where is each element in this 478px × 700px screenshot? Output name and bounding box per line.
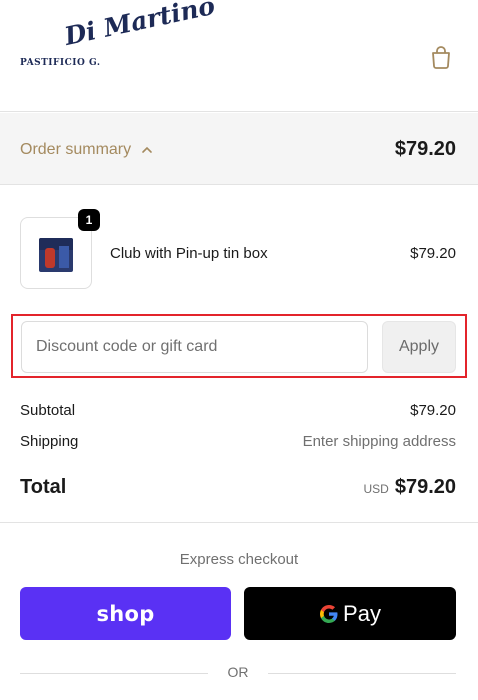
order-summary-label: Order summary	[20, 141, 132, 158]
shop-pay-button[interactable]: shop	[20, 587, 231, 640]
order-summary-bar: Order summary $79.20	[0, 113, 478, 185]
total-amount: $79.20	[394, 476, 456, 498]
shopping-bag-icon	[432, 46, 450, 69]
currency-code: USD	[363, 482, 389, 496]
header: PASTIFICIO G. Di Martino	[0, 0, 478, 112]
discount-code-input[interactable]	[21, 321, 368, 373]
google-pay-button[interactable]: Pay	[244, 587, 456, 640]
google-g-icon	[320, 604, 338, 623]
logo-small-text: PASTIFICIO G.	[20, 58, 101, 68]
total-value-group: USD $79.20	[363, 476, 456, 499]
brand-logo[interactable]: PASTIFICIO G. Di Martino	[20, 0, 217, 90]
order-summary-toggle[interactable]: Order summary	[20, 141, 153, 159]
product-image	[39, 238, 73, 272]
line-item: 1 Club with Pin-up tin box $79.20	[20, 209, 456, 291]
apply-discount-button[interactable]: Apply	[382, 321, 456, 373]
shipping-value: Enter shipping address	[302, 433, 456, 450]
or-separator: OR	[20, 664, 456, 684]
product-name: Club with Pin-up tin box	[110, 245, 268, 262]
order-summary-total: $79.20	[394, 138, 456, 160]
or-text: OR	[227, 664, 249, 680]
or-line-right	[268, 673, 456, 674]
section-divider	[0, 522, 478, 523]
shipping-label: Shipping	[20, 433, 79, 450]
logo-script-text: Di Martino	[61, 0, 218, 52]
subtotal-value: $79.20	[410, 402, 456, 419]
product-price: $79.20	[410, 245, 456, 262]
google-pay-label: Pay	[343, 600, 381, 626]
cart-button[interactable]	[428, 44, 454, 70]
total-label: Total	[20, 476, 67, 498]
express-checkout-title: Express checkout	[179, 551, 299, 568]
discount-section: Apply	[11, 314, 467, 378]
subtotal-label: Subtotal	[20, 402, 76, 419]
quantity-badge: 1	[78, 209, 100, 231]
chevron-up-icon	[142, 146, 152, 153]
